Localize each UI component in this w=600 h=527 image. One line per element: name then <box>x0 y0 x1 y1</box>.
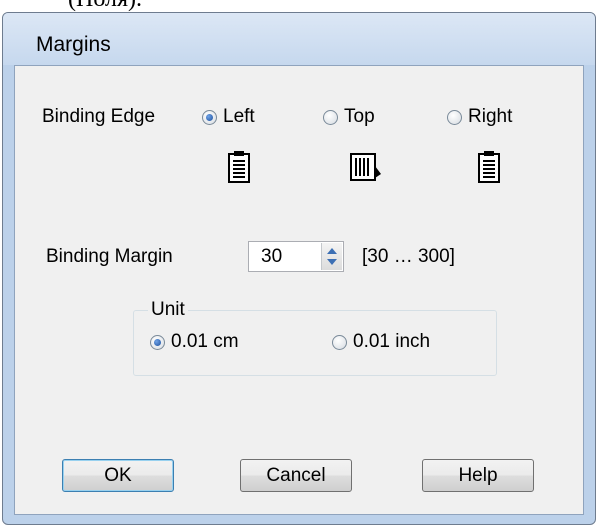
radio-unselected-icon <box>332 334 347 350</box>
dialog-client-area: Binding Edge Left Top Right Binding Marg… <box>14 65 584 515</box>
radio-selected-icon <box>202 109 217 125</box>
title-bar[interactable]: Margins <box>3 13 595 65</box>
binding-edge-label: Binding Edge <box>42 106 156 127</box>
unit-cm-label: 0.01 cm <box>171 331 239 352</box>
unit-legend: Unit <box>148 299 188 321</box>
binding-edge-top-radio[interactable]: Top <box>323 106 375 128</box>
unit-cm-radio[interactable]: 0.01 cm <box>150 331 239 353</box>
spin-down-icon[interactable] <box>327 259 337 265</box>
radio-unselected-icon <box>323 109 338 125</box>
margins-dialog: Margins Binding Edge Left Top Right Bind… <box>2 12 596 525</box>
binding-edge-right-label: Right <box>468 106 513 127</box>
ok-button[interactable]: OK <box>62 459 174 492</box>
page-binding-right-icon <box>478 151 500 183</box>
binding-margin-range: [30 … 300] <box>362 246 455 267</box>
page-binding-left-icon <box>228 151 250 183</box>
dialog-title: Margins <box>36 33 111 56</box>
binding-edge-left-radio[interactable]: Left <box>202 106 255 128</box>
binding-margin-label: Binding Margin <box>46 246 173 267</box>
help-button[interactable]: Help <box>422 459 534 492</box>
unit-inch-label: 0.01 inch <box>353 331 431 352</box>
binding-edge-left-label: Left <box>223 106 255 127</box>
spinner-arrows[interactable] <box>321 243 342 270</box>
cancel-button[interactable]: Cancel <box>240 459 352 492</box>
unit-inch-radio[interactable]: 0.01 inch <box>332 331 430 353</box>
page-binding-top-icon <box>350 153 381 181</box>
binding-margin-spinner[interactable]: 30 <box>248 241 344 272</box>
spin-up-icon[interactable] <box>327 248 337 254</box>
binding-edge-right-radio[interactable]: Right <box>447 106 512 128</box>
radio-selected-icon <box>150 334 165 350</box>
radio-unselected-icon <box>447 109 462 125</box>
binding-margin-value[interactable]: 30 <box>261 246 282 268</box>
binding-edge-top-label: Top <box>344 106 375 127</box>
unit-groupbox: Unit 0.01 cm 0.01 inch <box>133 299 497 376</box>
